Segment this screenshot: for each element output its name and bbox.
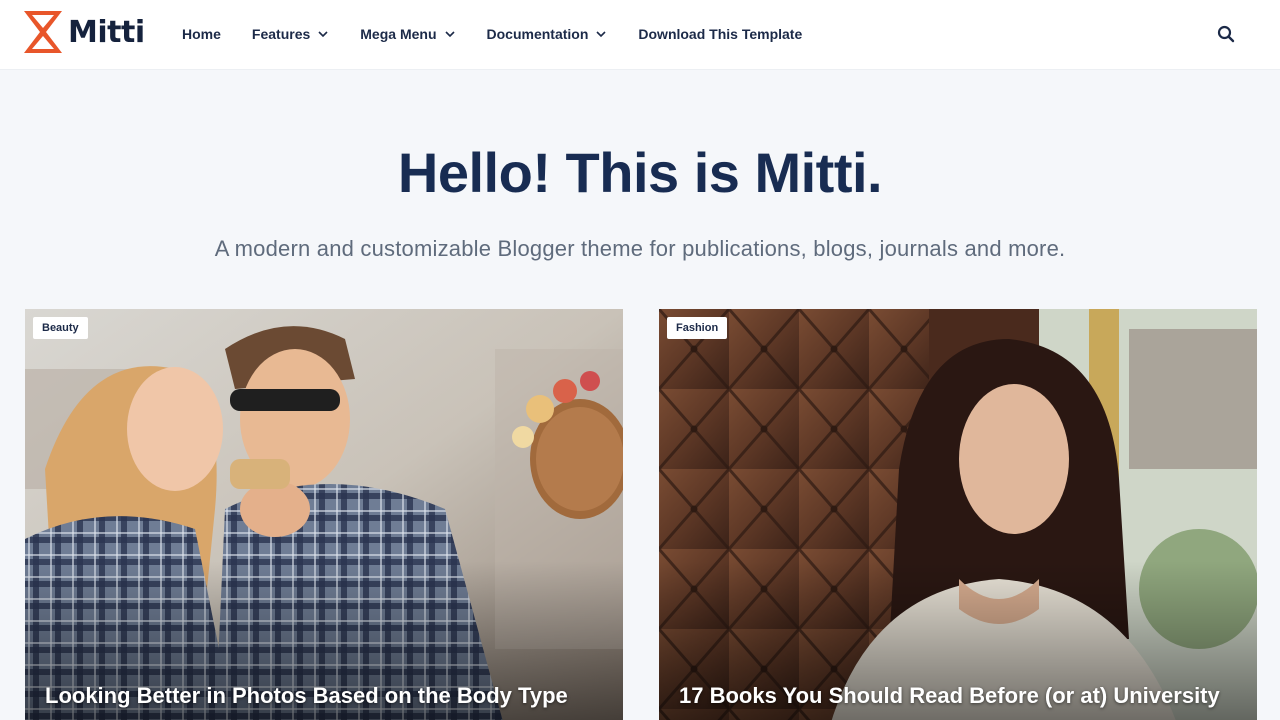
- post-title[interactable]: Looking Better in Photos Based on the Bo…: [45, 683, 615, 709]
- nav-item-documentation[interactable]: Documentation: [487, 26, 608, 42]
- site-logo[interactable]: Mitti: [24, 10, 145, 54]
- post-image: [659, 309, 1257, 720]
- chevron-down-icon: [444, 31, 455, 38]
- nav-item-label: Home: [182, 26, 221, 42]
- chevron-down-icon: [596, 31, 606, 38]
- nav-item-mega-menu[interactable]: Mega Menu: [360, 26, 455, 42]
- category-badge[interactable]: Beauty: [33, 317, 88, 339]
- hero-title: Hello! This is Mitti.: [397, 141, 883, 204]
- site-header: Mitti Home Features Mega Menu Documentat…: [0, 0, 1280, 70]
- nav-item-features[interactable]: Features: [252, 26, 329, 42]
- featured-post-card[interactable]: Beauty Looking Better in Photos Based on…: [25, 309, 623, 720]
- brand-name: Mitti: [68, 14, 145, 50]
- post-title[interactable]: 17 Books You Should Read Before (or at) …: [679, 683, 1249, 709]
- nav-item-label: Download This Template: [638, 26, 803, 42]
- chevron-down-icon: [318, 31, 328, 38]
- nav-item-download-template[interactable]: Download This Template: [638, 26, 802, 42]
- nav-item-label: Mega Menu: [360, 26, 437, 42]
- post-image: [25, 309, 623, 720]
- category-badge[interactable]: Fashion: [667, 317, 728, 339]
- main-nav: Home Features Mega Menu Documentation Do…: [182, 0, 833, 68]
- nav-item-label: Features: [251, 26, 311, 42]
- search-icon[interactable]: [1216, 24, 1236, 44]
- hero-subtitle: A modern and customizable Blogger theme …: [214, 236, 1066, 261]
- nav-item-label: Documentation: [486, 26, 589, 42]
- featured-post-card[interactable]: Fashion 17 Books You Should Read Before …: [659, 309, 1257, 720]
- nav-item-home[interactable]: Home: [182, 26, 221, 42]
- hourglass-logo-icon: [24, 11, 62, 53]
